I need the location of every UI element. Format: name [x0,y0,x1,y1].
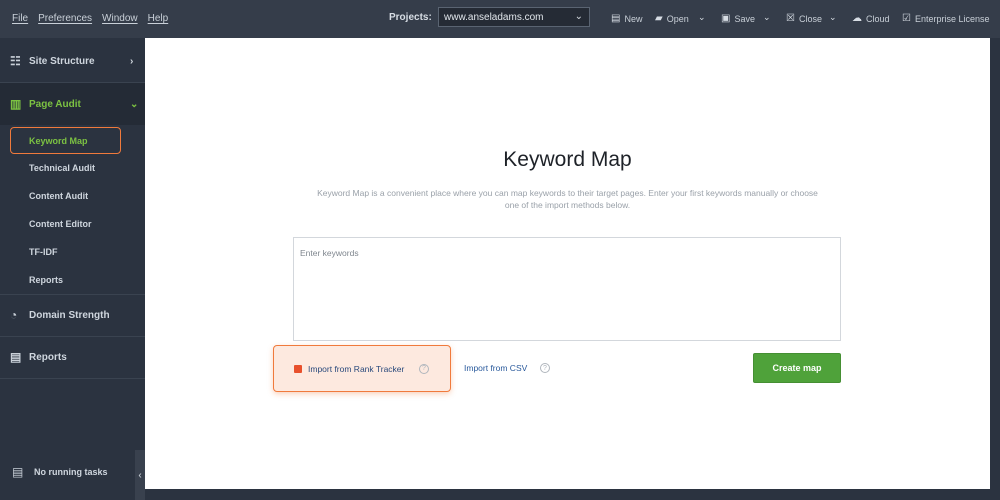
page-audit-icon: ▥ [10,97,22,111]
open-button[interactable]: ▰ Open [655,13,689,24]
sidebar-subitem-tf-idf[interactable]: TF-IDF [0,238,145,266]
import-csv-link[interactable]: Import from CSV [464,363,527,373]
task-status[interactable]: ▤ No running tasks [0,450,135,494]
sidebar-divider [0,378,145,379]
gauge-icon: ◔ [10,308,18,322]
close-chevron-icon[interactable]: ⌄ [829,12,837,23]
sidebar-subitem-label: Content Editor [29,219,92,229]
sidebar-subitem-label: Content Audit [29,191,89,201]
sidebar-item-label: Site Structure [29,55,95,67]
top-toolbar: File Preferences Window Help Projects: w… [0,0,1000,38]
sidebar-item-label: Domain Strength [29,309,110,321]
menu-preferences[interactable]: Preferences [38,13,92,24]
help-icon[interactable]: ? [540,363,550,373]
sidebar-subitem-content-editor[interactable]: Content Editor [0,210,145,238]
sidebar-item-label: Reports [29,351,67,363]
checkbox-icon: ☑ [902,13,911,24]
sidebar-subitem-content-audit[interactable]: Content Audit [0,182,145,210]
site-structure-icon: ☷ [10,54,21,68]
sidebar-subitem-label: Reports [29,275,64,285]
menu-bar: File Preferences Window Help [12,13,168,24]
page-title: Keyword Map [503,148,632,171]
sidebar-item-page-audit[interactable]: ▥ Page Audit ⌄ [0,83,145,125]
license-button[interactable]: ☑ Enterprise License [902,13,990,24]
sidebar-item-reports[interactable]: ▤ Reports [0,336,145,378]
chevron-right-icon: › [130,55,134,67]
sidebar-subitem-reports[interactable]: Reports [0,266,145,294]
main-panel: Keyword Map Keyword Map is a convenient … [145,38,990,489]
keywords-input[interactable] [293,237,841,341]
new-file-icon: ▤ [611,13,621,24]
save-chevron-icon[interactable]: ⌄ [763,12,771,23]
projects-label: Projects: [389,12,432,23]
save-icon: ▣ [721,13,731,24]
new-label: New [624,13,643,24]
close-label: Close [798,13,822,24]
chevron-left-icon: ‹ [138,469,142,481]
close-button[interactable]: ☒ Close [786,13,822,24]
task-status-label: No running tasks [34,467,108,477]
sidebar-subitem-label: Keyword Map [29,136,88,146]
sidebar-subitem-keyword-map[interactable]: Keyword Map [10,127,121,154]
open-chevron-icon[interactable]: ⌄ [698,12,706,23]
project-select[interactable]: www.anseladams.com ⌄ [438,7,590,27]
open-label: Open [666,13,689,24]
sidebar-subitem-technical-audit[interactable]: Technical Audit [0,154,145,182]
chevron-down-icon: ⌄ [130,98,139,110]
sidebar-subitem-label: Technical Audit [29,163,96,173]
import-rank-tracker-label: Import from Rank Tracker [308,363,405,374]
reports-icon: ▤ [10,350,22,364]
create-map-button[interactable]: Create map [753,353,841,383]
cloud-icon: ☁ [852,13,862,24]
chevron-down-icon: ⌄ [574,11,583,22]
import-rank-tracker-button[interactable]: Import from Rank Tracker ? [273,345,451,392]
sidebar-subitem-label: TF-IDF [29,247,58,257]
page-description: Keyword Map is a convenient place where … [317,188,818,210]
sidebar-item-site-structure[interactable]: ☷ Site Structure › [0,40,145,82]
close-box-icon: ☒ [786,13,795,24]
cloud-button[interactable]: ☁ Cloud [852,13,890,24]
tasks-icon: ▤ [12,465,24,479]
menu-help[interactable]: Help [148,13,169,24]
sidebar-item-domain-strength[interactable]: ◔ Domain Strength [0,294,145,336]
sidebar: ☷ Site Structure › ▥ Page Audit ⌄ Keywor… [0,38,145,500]
cloud-label: Cloud [866,13,890,24]
menu-file[interactable]: File [12,13,28,24]
save-label: Save [734,13,755,24]
folder-open-icon: ▰ [655,13,663,24]
project-select-value: www.anseladams.com [444,11,544,23]
new-button[interactable]: ▤ New [611,13,642,24]
rank-tracker-icon [294,364,302,373]
save-button[interactable]: ▣ Save [721,13,755,24]
license-label: Enterprise License [914,13,990,24]
collapse-sidebar-button[interactable]: ‹ [135,450,145,500]
menu-window[interactable]: Window [102,13,138,24]
sidebar-item-label: Page Audit [29,98,81,110]
help-icon[interactable]: ? [419,363,429,374]
